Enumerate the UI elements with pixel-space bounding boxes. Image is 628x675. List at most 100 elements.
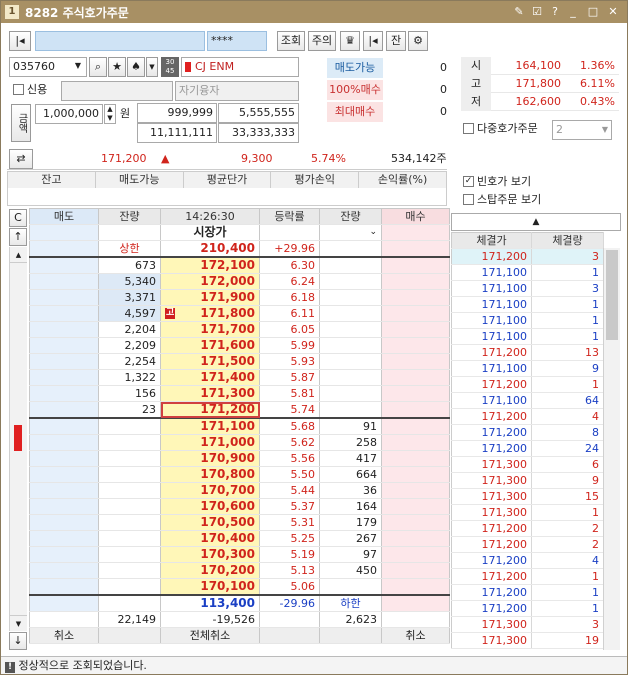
empty-quote-checkbox[interactable]: ✓ 빈호가 보기: [463, 173, 531, 191]
buy-order-cell[interactable]: [381, 466, 450, 483]
sell-order-cell[interactable]: [29, 434, 99, 451]
credit-type-select[interactable]: [61, 81, 173, 101]
sell-price[interactable]: 172,000: [160, 273, 260, 290]
fills-scroll-up-button[interactable]: ▲: [451, 213, 621, 231]
star-icon[interactable]: ★: [108, 57, 126, 77]
buy-price[interactable]: 170,300: [160, 546, 260, 563]
link-icon[interactable]: ✎: [511, 4, 527, 20]
sell-order-cell[interactable]: [29, 353, 99, 370]
buy-order-cell[interactable]: [381, 256, 450, 274]
first-icon[interactable]: |◂: [9, 31, 31, 51]
buy-order-cell[interactable]: [381, 385, 450, 402]
buy-order-cell[interactable]: [381, 482, 450, 499]
balance-button[interactable]: 잔: [386, 31, 406, 51]
buy-order-cell[interactable]: [381, 289, 450, 306]
market-price-label[interactable]: 시장가: [160, 224, 260, 241]
buy-order-cell[interactable]: [381, 578, 450, 596]
market-dropdown[interactable]: ⌄: [319, 224, 382, 241]
cancel-sell-button[interactable]: 취소: [29, 627, 99, 644]
buy-order-cell[interactable]: [381, 546, 450, 563]
maximize-icon[interactable]: □: [585, 4, 601, 20]
multi-order-select[interactable]: 2 ▼: [552, 120, 612, 140]
buy-order-cell[interactable]: [381, 514, 450, 531]
buy-price[interactable]: 170,400: [160, 530, 260, 547]
buy-order-cell[interactable]: [381, 434, 450, 451]
sell-price[interactable]: 171,500: [160, 353, 260, 370]
settings-icon[interactable]: ⚙: [408, 31, 428, 51]
sell-price[interactable]: 고 171,800: [160, 305, 260, 322]
buy-order-cell[interactable]: [381, 450, 450, 467]
pin-icon[interactable]: ☑: [529, 4, 545, 20]
sell-order-cell[interactable]: [29, 337, 99, 354]
sell-order-cell[interactable]: [29, 256, 99, 274]
search-button[interactable]: 조회: [277, 31, 305, 51]
search-icon[interactable]: ⌕: [89, 57, 107, 77]
sell-order-cell[interactable]: [29, 466, 99, 483]
clear-button[interactable]: C: [9, 209, 27, 227]
dropdown-icon[interactable]: ▼: [146, 57, 158, 77]
sell-order-cell[interactable]: [29, 562, 99, 579]
arrow-up-icon[interactable]: ↑: [9, 228, 27, 246]
loan-type-select[interactable]: 자기융자: [175, 81, 299, 101]
sell-order-cell[interactable]: [29, 401, 99, 419]
chevron-down-icon[interactable]: ▼: [71, 58, 85, 76]
buy-cell[interactable]: [381, 594, 450, 612]
sell-price[interactable]: 171,700: [160, 321, 260, 338]
buy-cell[interactable]: [381, 224, 450, 241]
buy-price[interactable]: 170,500: [160, 514, 260, 531]
buy-order-cell[interactable]: [381, 401, 450, 419]
buy-price[interactable]: 170,900: [160, 450, 260, 467]
buy-price[interactable]: 170,800: [160, 466, 260, 483]
buy-order-cell[interactable]: [381, 305, 450, 322]
sell-cell[interactable]: [29, 240, 99, 258]
buy-price[interactable]: 170,700: [160, 482, 260, 499]
sell-order-cell[interactable]: [29, 530, 99, 547]
buy-order-cell[interactable]: [381, 562, 450, 579]
stock-name-field[interactable]: CJ ENM: [181, 57, 299, 77]
buy-order-cell[interactable]: [381, 321, 450, 338]
arrow-down-icon[interactable]: ↓: [9, 632, 27, 650]
buy-order-cell[interactable]: [381, 369, 450, 386]
sell-price[interactable]: 171,900: [160, 289, 260, 306]
sell-order-cell[interactable]: [29, 498, 99, 515]
sell-cell[interactable]: [29, 594, 99, 612]
buy-price[interactable]: 170,600: [160, 498, 260, 515]
sell-order-cell[interactable]: [29, 369, 99, 386]
multi-order-checkbox[interactable]: 다중호가주문: [463, 120, 538, 138]
qty-input[interactable]: 1,000,000: [35, 104, 103, 124]
sell-price[interactable]: 172,100: [160, 256, 260, 274]
password-field[interactable]: ****: [207, 31, 267, 51]
credit-checkbox[interactable]: 신용: [13, 81, 47, 99]
buy-order-cell[interactable]: [381, 337, 450, 354]
close-icon[interactable]: ✕: [605, 4, 621, 20]
sell-cell[interactable]: [29, 224, 99, 241]
buy-order-cell[interactable]: [381, 273, 450, 290]
hoga-scrollbar[interactable]: ▲ ▼: [9, 247, 27, 631]
sell-price[interactable]: 171,300: [160, 385, 260, 402]
club-icon[interactable]: ♠: [127, 57, 145, 77]
fills-scroll-thumb[interactable]: [606, 250, 618, 340]
buy-cell[interactable]: [381, 240, 450, 258]
sell-order-cell[interactable]: [29, 546, 99, 563]
sell-order-cell[interactable]: [29, 289, 99, 306]
stop-order-checkbox[interactable]: 스탑주문 보기: [463, 191, 541, 209]
swap-icon[interactable]: ⇄: [9, 149, 33, 169]
sell-order-cell[interactable]: [29, 305, 99, 322]
sell-order-cell[interactable]: [29, 450, 99, 467]
prev-icon[interactable]: |◂: [363, 31, 383, 51]
sell-order-cell[interactable]: [29, 385, 99, 402]
account-field[interactable]: [35, 31, 205, 51]
crown-icon[interactable]: ♛: [340, 31, 360, 51]
buy-order-cell[interactable]: [381, 498, 450, 515]
sell-order-cell[interactable]: [29, 273, 99, 290]
sell-order-cell[interactable]: [29, 514, 99, 531]
sell-order-cell[interactable]: [29, 321, 99, 338]
cancel-buy-button[interactable]: 취소: [381, 627, 450, 644]
buy-order-cell[interactable]: [381, 353, 450, 370]
sell-order-cell[interactable]: [29, 482, 99, 499]
sell-price[interactable]: 171,600: [160, 337, 260, 354]
buy-price[interactable]: 171,100: [160, 418, 260, 435]
buy-order-cell[interactable]: [381, 418, 450, 435]
amount-toggle-button[interactable]: 금액: [11, 104, 31, 142]
buy-order-cell[interactable]: [381, 530, 450, 547]
